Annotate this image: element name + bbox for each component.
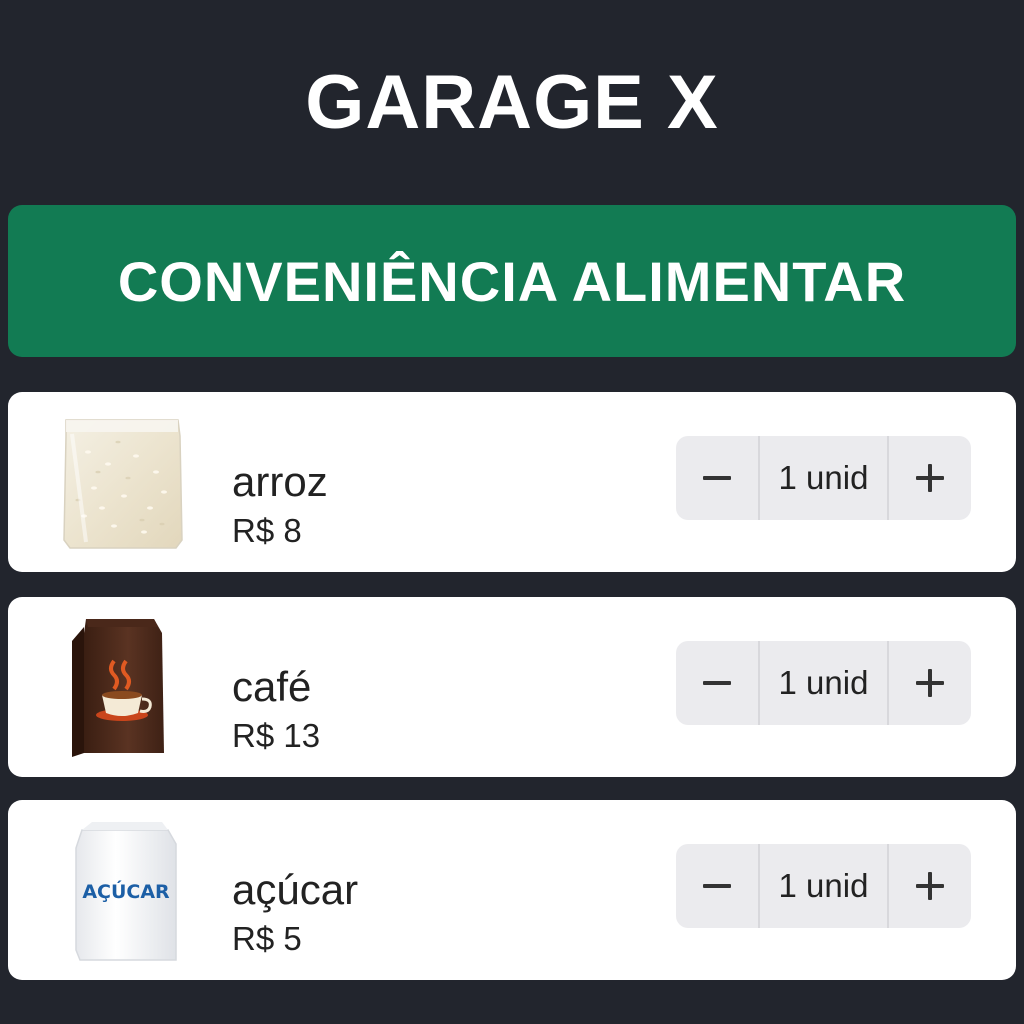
decrement-button[interactable]	[676, 641, 758, 725]
quantity-value: 1 unid	[758, 844, 889, 928]
increment-button[interactable]	[889, 641, 971, 725]
quantity-value: 1 unid	[758, 641, 889, 725]
category-banner-label: CONVENIÊNCIA ALIMENTAR	[117, 249, 907, 313]
quantity-stepper: 1 unid	[676, 844, 971, 928]
quantity-value: 1 unid	[758, 436, 889, 520]
minus-icon	[703, 884, 731, 888]
plus-icon	[916, 872, 944, 900]
product-price: R$ 5	[232, 920, 302, 957]
minus-icon	[703, 476, 731, 480]
rice-bag-image	[58, 412, 188, 554]
category-banner: CONVENIÊNCIA ALIMENTAR	[8, 205, 1016, 357]
product-card-cafe: café R$ 13 1 unid	[8, 597, 1016, 777]
product-price: R$ 8	[232, 512, 302, 549]
page: GARAGE X CONVENIÊNCIA ALIMENTAR arroz R$…	[0, 0, 1024, 1024]
increment-button[interactable]	[889, 844, 971, 928]
product-name: arroz	[232, 458, 328, 505]
product-price: R$ 13	[232, 717, 321, 754]
minus-icon	[703, 681, 731, 685]
increment-button[interactable]	[889, 436, 971, 520]
quantity-stepper: 1 unid	[676, 436, 971, 520]
product-name: café	[232, 663, 312, 710]
quantity-stepper: 1 unid	[676, 641, 971, 725]
sugar-package-label: AÇÚCAR	[82, 879, 170, 903]
coffee-bag-image	[58, 617, 188, 759]
sugar-bag-image: AÇÚCAR	[58, 820, 188, 962]
product-card-acucar: AÇÚCAR açúcar R$ 5 1 unid	[8, 800, 1016, 980]
plus-icon	[916, 464, 944, 492]
app-title: GARAGE X	[305, 60, 719, 145]
product-card-arroz: arroz R$ 8 1 unid	[8, 392, 1016, 572]
decrement-button[interactable]	[676, 844, 758, 928]
plus-icon	[916, 669, 944, 697]
product-name: açúcar	[232, 866, 359, 913]
decrement-button[interactable]	[676, 436, 758, 520]
